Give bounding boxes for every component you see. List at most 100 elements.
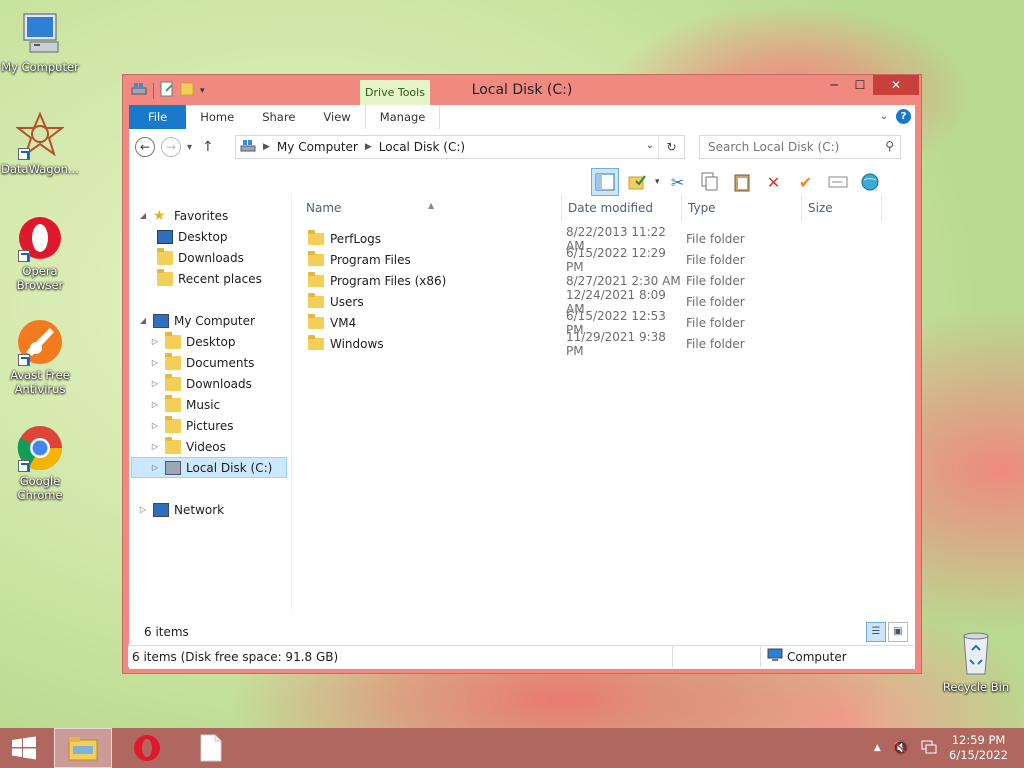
tree-computer-downloads[interactable]: ▷ Downloads xyxy=(138,373,298,394)
tree-computer-local-disk[interactable]: ▷ Local Disk (C:) xyxy=(131,457,287,478)
forward-button[interactable]: → xyxy=(161,137,181,157)
delete-button[interactable]: ✕ xyxy=(760,168,788,196)
tree-computer-music[interactable]: ▷ Music xyxy=(138,394,298,415)
collapsed-arrow-icon[interactable]: ▷ xyxy=(150,442,160,451)
properties-icon[interactable] xyxy=(160,81,174,100)
expanded-arrow-icon[interactable]: ◢ xyxy=(138,316,148,325)
tab-file[interactable]: File xyxy=(129,105,187,129)
refresh-icon[interactable]: ↻ xyxy=(658,136,684,158)
rename-icon xyxy=(828,176,848,188)
column-header-type[interactable]: Type xyxy=(682,196,802,220)
column-header-size[interactable]: Size xyxy=(802,196,882,220)
tree-label: Music xyxy=(186,397,221,412)
column-header-date[interactable]: Date modified xyxy=(562,196,682,220)
search-input[interactable]: Search Local Disk (C:) ⚲ xyxy=(699,135,901,159)
caption-buttons: ─ ☐ ✕ xyxy=(821,75,919,95)
collapsed-arrow-icon[interactable]: ▷ xyxy=(150,358,160,367)
preview-pane-button[interactable] xyxy=(591,168,619,196)
taskbar-notepad[interactable] xyxy=(182,728,240,768)
address-dropdown-icon[interactable]: ⌄ xyxy=(646,140,654,151)
tree-favorites-recent[interactable]: Recent places xyxy=(138,268,298,289)
collapsed-arrow-icon[interactable]: ▷ xyxy=(150,379,160,388)
recent-places-icon xyxy=(157,268,173,286)
file-row[interactable]: Program Files (x86) 8/27/2021 2:30 AM Fi… xyxy=(302,270,802,291)
breadcrumb-my-computer[interactable]: My Computer xyxy=(277,140,358,154)
tab-view[interactable]: View xyxy=(309,105,364,129)
tree-label: Pictures xyxy=(186,418,234,433)
taskbar-opera[interactable] xyxy=(118,728,176,768)
collapsed-arrow-icon[interactable]: ▷ xyxy=(150,463,160,472)
file-row[interactable]: Users 12/24/2021 8:09 AM File folder xyxy=(302,288,802,316)
desktop-icon-datawagon[interactable]: DataWagon... xyxy=(0,111,80,176)
volume-muted-icon[interactable]: 🔇 xyxy=(893,741,909,756)
large-icons-view-button[interactable]: ▣ xyxy=(888,622,908,642)
details-view-button[interactable]: ☰ xyxy=(866,622,886,642)
clock[interactable]: 12:59 PM 6/15/2022 xyxy=(949,733,1008,763)
desktop-icon-label: DataWagon... xyxy=(1,162,79,176)
close-button[interactable]: ✕ xyxy=(873,75,919,95)
desktop-icon-opera[interactable]: Opera Browser xyxy=(0,214,80,292)
minimize-button[interactable]: ─ xyxy=(821,75,847,95)
shortcut-arrow-icon xyxy=(18,460,30,472)
address-bar[interactable]: ▶ My Computer ▶ Local Disk (C:) ⌄ ↻ xyxy=(235,135,685,159)
status-text: 6 items (Disk free space: 91.8 GB) xyxy=(128,646,673,667)
tree-computer-desktop[interactable]: ▷ Desktop xyxy=(138,331,298,352)
expanded-arrow-icon[interactable]: ◢ xyxy=(138,211,148,220)
new-folder-button[interactable] xyxy=(623,168,651,196)
cut-button[interactable]: ✂ xyxy=(664,168,692,196)
desktop-icon-avast[interactable]: Avast Free Antivirus xyxy=(0,318,80,396)
tree-favorites[interactable]: ◢ ★ Favorites xyxy=(138,205,298,226)
tree-favorites-desktop[interactable]: Desktop xyxy=(138,226,298,247)
tab-manage[interactable]: Manage xyxy=(364,105,441,129)
help-icon[interactable]: ? xyxy=(896,109,911,124)
tree-computer-pictures[interactable]: ▷ Pictures xyxy=(138,415,298,436)
drive-icon[interactable] xyxy=(131,82,147,99)
desktop-icon-chrome[interactable]: Google Chrome xyxy=(0,424,80,502)
tree-computer-videos[interactable]: ▷ Videos xyxy=(138,436,298,457)
tree-favorites-downloads[interactable]: Downloads xyxy=(138,247,298,268)
expand-ribbon-icon[interactable]: ⌄ xyxy=(880,111,888,122)
column-header-name[interactable]: ▲ Name xyxy=(300,196,562,220)
folder-icon xyxy=(308,313,324,329)
tree-network[interactable]: ▷ Network xyxy=(138,499,298,520)
tab-home[interactable]: Home xyxy=(186,105,248,129)
maximize-button[interactable]: ☐ xyxy=(847,75,873,95)
tree-my-computer[interactable]: ◢ My Computer xyxy=(138,310,298,331)
new-folder-icon[interactable] xyxy=(180,81,194,100)
start-button[interactable] xyxy=(0,728,48,768)
toolbar-dropdown-icon[interactable]: ▾ xyxy=(655,177,660,187)
up-arrow-icon[interactable]: ↑ xyxy=(202,139,214,155)
paste-button[interactable] xyxy=(728,168,756,196)
file-row[interactable]: Windows 11/29/2021 9:38 PM File folder xyxy=(302,330,802,358)
navigation-bar: ← → ▾ ↑ ▶ My Computer ▶ Local Disk (C:) … xyxy=(129,131,915,163)
collapsed-arrow-icon[interactable]: ▷ xyxy=(150,337,160,346)
recent-locations-icon[interactable]: ▾ xyxy=(187,142,192,153)
desktop-icon-recycle-bin[interactable]: Recycle Bin xyxy=(936,630,1016,694)
qat-dropdown-icon[interactable]: ▾ xyxy=(200,86,205,96)
network-drive-button[interactable] xyxy=(856,168,884,196)
back-button[interactable]: ← xyxy=(135,137,155,157)
file-row[interactable]: Program Files 6/15/2022 12:29 PM File fo… xyxy=(302,246,802,274)
avast-icon xyxy=(16,318,64,366)
breadcrumb-chevron-icon[interactable]: ▶ xyxy=(263,142,270,152)
breadcrumb-local-disk[interactable]: Local Disk (C:) xyxy=(379,140,465,154)
taskbar-file-explorer[interactable] xyxy=(54,728,112,768)
collapsed-arrow-icon[interactable]: ▷ xyxy=(150,400,160,409)
desktop-icon-my-computer[interactable]: My Computer xyxy=(0,10,80,74)
copy-button[interactable] xyxy=(696,168,724,196)
file-name: VM4 xyxy=(330,315,357,330)
paste-icon xyxy=(734,174,750,192)
network-status-icon[interactable] xyxy=(921,740,937,757)
tab-share[interactable]: Share xyxy=(248,105,309,129)
breadcrumb-chevron-icon[interactable]: ▶ xyxy=(365,142,372,152)
status-spacer xyxy=(673,646,761,667)
file-row[interactable]: VM4 6/15/2022 12:53 PM File folder xyxy=(302,309,802,337)
collapsed-arrow-icon[interactable]: ▷ xyxy=(138,505,148,514)
file-row[interactable]: PerfLogs 8/22/2013 11:22 AM File folder xyxy=(302,225,802,253)
shortcut-arrow-icon xyxy=(18,148,30,160)
rename-button[interactable] xyxy=(824,168,852,196)
collapsed-arrow-icon[interactable]: ▷ xyxy=(150,421,160,430)
select-button[interactable]: ✔ xyxy=(792,168,820,196)
tree-computer-documents[interactable]: ▷ Documents xyxy=(138,352,298,373)
show-hidden-icons-icon[interactable]: ▲ xyxy=(874,743,881,753)
